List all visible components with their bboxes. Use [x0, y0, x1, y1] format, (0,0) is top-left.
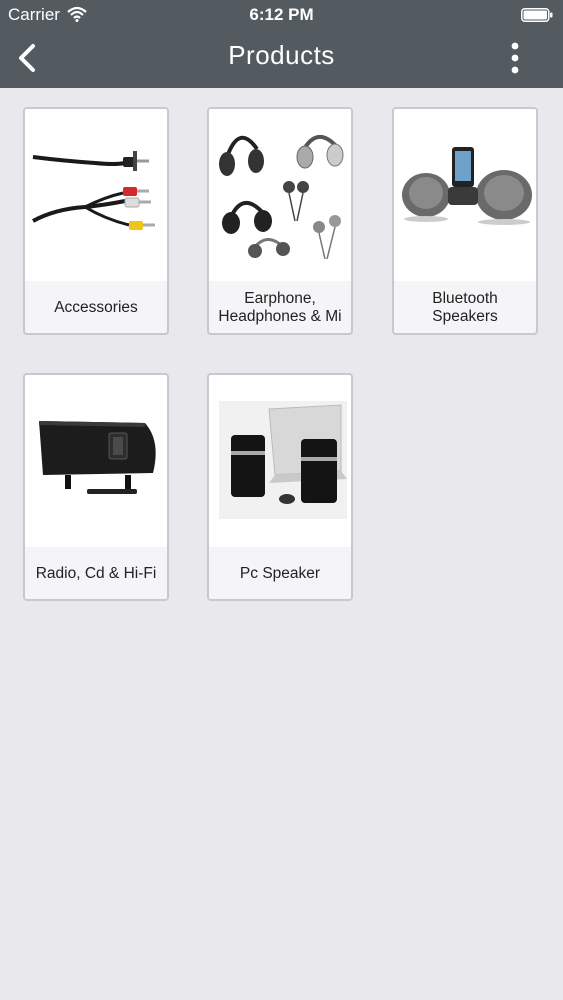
bluetooth-speakers-image: [394, 109, 536, 281]
pc-speaker-image: [209, 375, 351, 547]
av-cable-image: [25, 109, 167, 281]
category-label: Earphone, Headphones & Mi: [218, 290, 342, 325]
status-time: 6:12 PM: [249, 5, 314, 24]
category-label: Accessories: [54, 299, 138, 316]
category-card-accessories[interactable]: Accessories: [23, 107, 169, 335]
category-label: Radio, Cd & Hi-Fi: [35, 565, 157, 582]
page-title: Products: [228, 40, 335, 70]
radio-hifi-image: [25, 375, 167, 547]
headphones-image: [209, 109, 351, 281]
category-card-pc-speaker[interactable]: Pc Speaker: [207, 373, 353, 601]
category-card-radio-cd-hifi[interactable]: Radio, Cd & Hi-Fi: [23, 373, 169, 601]
battery-icon: [521, 8, 553, 22]
navigation-bar: Products: [0, 30, 563, 88]
category-card-bluetooth-speakers[interactable]: Bluetooth Speakers: [392, 107, 538, 335]
more-vertical-icon[interactable]: [505, 40, 525, 76]
category-label: Pc Speaker: [239, 565, 321, 582]
category-card-earphones-headphones[interactable]: Earphone, Headphones & Mi: [207, 107, 353, 335]
category-label: Bluetooth Speakers: [432, 290, 498, 325]
status-bar: Carrier 6:12 PM: [0, 0, 563, 30]
